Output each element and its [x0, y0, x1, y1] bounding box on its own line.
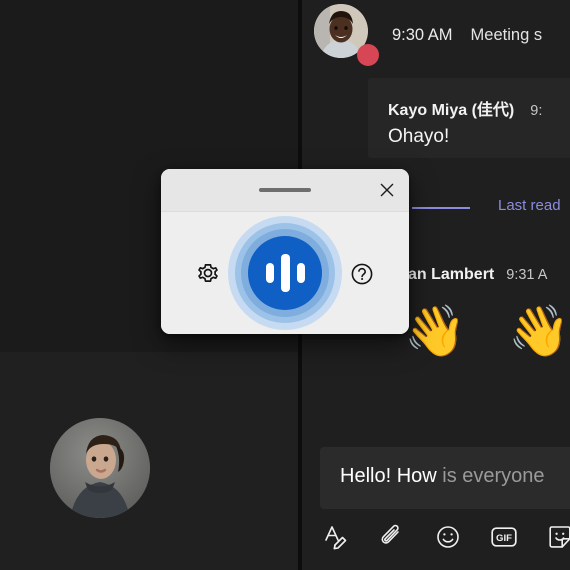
svg-text:GIF: GIF	[496, 533, 512, 544]
message-input-text: Hello! How is everyone	[340, 465, 545, 488]
last-read-label: Last read	[498, 197, 561, 214]
waveform-bar	[280, 254, 290, 292]
compose-toolbar: GIF	[322, 523, 570, 551]
sticker-icon[interactable]	[546, 523, 570, 551]
message-body: 👋 👋 👋	[404, 303, 570, 359]
message-dictating-text: is everyone	[442, 465, 545, 487]
gear-icon[interactable]	[194, 260, 222, 288]
system-message-time: 9:30 AM	[392, 26, 453, 44]
close-icon[interactable]	[376, 179, 398, 201]
message-author: Kayo Miya (佳代)	[388, 102, 515, 119]
message-typed-text: Hello! How	[340, 465, 437, 487]
self-view-avatar[interactable]	[50, 418, 150, 518]
emoji-icon[interactable]	[434, 523, 462, 551]
dialog-body	[161, 212, 409, 334]
app-window: 9:30 AM Meeting s Kayo Miya (佳代) 9: Ohayo!…	[0, 0, 570, 570]
message-author: an Lambert	[408, 266, 495, 283]
message-author-row: an Lambert 9:31 A	[408, 266, 547, 284]
drag-handle[interactable]	[259, 188, 311, 192]
system-message-text: Meeting s	[470, 26, 543, 44]
gif-icon[interactable]: GIF	[490, 523, 518, 551]
system-message-line: 9:30 AM Meeting s	[392, 26, 542, 45]
message-time: 9:	[530, 103, 543, 119]
dialog-titlebar[interactable]	[161, 169, 409, 212]
message-author-row: Kayo Miya (佳代) 9:	[388, 96, 542, 120]
message-body: Ohayo!	[388, 126, 450, 147]
waveform-bar	[265, 263, 274, 283]
waveform-bar	[296, 263, 305, 283]
microphone-icon	[248, 236, 322, 310]
microphone-button[interactable]	[228, 216, 342, 330]
last-read-rule	[412, 207, 470, 209]
message-time: 9:31 A	[506, 267, 548, 283]
format-icon[interactable]	[322, 523, 350, 551]
help-icon[interactable]	[348, 260, 376, 288]
attach-icon[interactable]	[378, 523, 406, 551]
presence-badge-busy	[357, 44, 379, 66]
dictation-dialog	[161, 169, 409, 334]
